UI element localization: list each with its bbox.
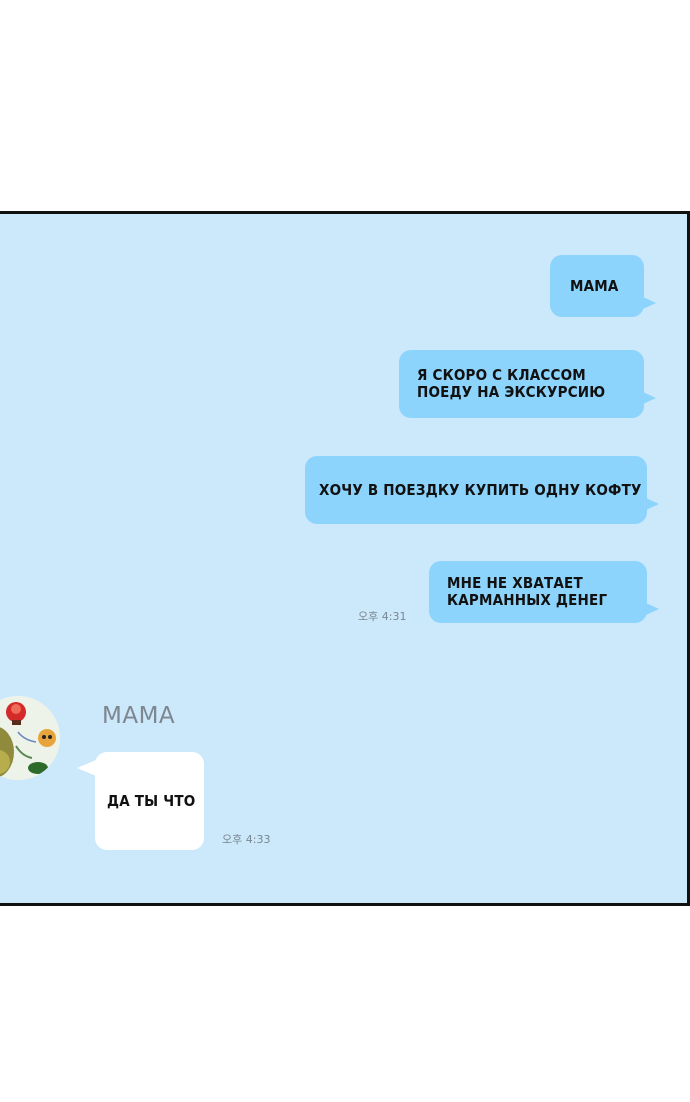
incoming-timestamp: 오후 4:33: [222, 833, 271, 846]
message-text: Я СКОРО С КЛАССОМ ПОЕДУ НА ЭКСКУРСИЮ: [417, 366, 606, 401]
message-text: МАМА: [570, 276, 619, 295]
incoming-message[interactable]: ДА ТЫ ЧТО: [77, 752, 204, 850]
message-text: МНЕ НЕ ХВАТАЕТ КАРМАННЫХ ДЕНЕГ: [447, 574, 608, 609]
message-text: ХОЧУ В ПОЕЗДКУ КУПИТЬ ОДНУ КОФТУ: [319, 480, 642, 499]
outgoing-message[interactable]: МАМА: [550, 255, 656, 317]
outgoing-message[interactable]: Я СКОРО С КЛАССОМ ПОЕДУ НА ЭКСКУРСИЮ: [399, 350, 656, 418]
message-text: ДА ТЫ ЧТО: [107, 791, 196, 810]
outgoing-timestamp: 오후 4:31: [358, 610, 407, 623]
outgoing-message[interactable]: ХОЧУ В ПОЕЗДКУ КУПИТЬ ОДНУ КОФТУ: [305, 456, 659, 524]
sender-name: МАМА: [102, 703, 176, 729]
outgoing-message[interactable]: МНЕ НЕ ХВАТАЕТ КАРМАННЫХ ДЕНЕГ: [429, 561, 659, 623]
